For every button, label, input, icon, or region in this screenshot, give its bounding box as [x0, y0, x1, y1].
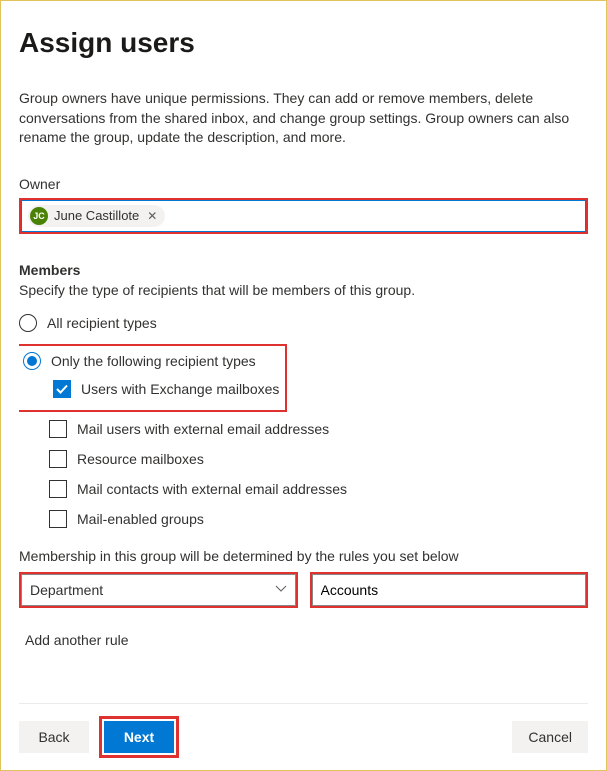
rule-row: Department [19, 572, 588, 608]
owner-label: Owner [19, 176, 588, 192]
page-description: Group owners have unique permissions. Th… [19, 89, 588, 148]
owner-highlight: JC June Castillote ✕ [19, 198, 588, 234]
avatar: JC [30, 207, 48, 225]
checkbox-label: Mail users with external email addresses [77, 421, 329, 437]
checkbox-resource[interactable]: Resource mailboxes [49, 450, 588, 468]
rule-attribute-select[interactable]: Department [21, 574, 296, 606]
rule-value-highlight [310, 572, 589, 608]
checkbox-label: Mail-enabled groups [77, 511, 204, 527]
cancel-button[interactable]: Cancel [512, 721, 588, 753]
next-highlight: Next [99, 716, 179, 758]
back-button[interactable]: Back [19, 721, 89, 753]
members-heading: Members [19, 262, 588, 278]
radio-only-types[interactable]: Only the following recipient types [23, 352, 279, 370]
checkbox-icon[interactable] [49, 510, 67, 528]
assign-users-panel: Assign users Group owners have unique pe… [0, 0, 607, 771]
radio-label: Only the following recipient types [51, 353, 256, 369]
footer: Back Next Cancel [19, 703, 588, 758]
checkbox-icon[interactable] [49, 450, 67, 468]
checkbox-label: Resource mailboxes [77, 451, 204, 467]
members-description: Specify the type of recipients that will… [19, 282, 588, 298]
page-title: Assign users [19, 27, 588, 59]
radio-all-types[interactable]: All recipient types [19, 314, 588, 332]
rule-intro: Membership in this group will be determi… [19, 548, 588, 564]
checkbox-mailusers[interactable]: Mail users with external email addresses [49, 420, 588, 438]
owner-chip-name: June Castillote [54, 208, 139, 223]
checkbox-label: Users with Exchange mailboxes [81, 381, 279, 397]
checkbox-icon[interactable] [49, 420, 67, 438]
checkbox-label: Mail contacts with external email addres… [77, 481, 347, 497]
radio-icon[interactable] [23, 352, 41, 370]
selected-type-highlight: Only the following recipient types Users… [19, 344, 287, 412]
checkbox-mailgroups[interactable]: Mail-enabled groups [49, 510, 588, 528]
owner-input[interactable]: JC June Castillote ✕ [21, 200, 586, 232]
add-another-rule[interactable]: Add another rule [25, 632, 129, 648]
next-button[interactable]: Next [104, 721, 174, 753]
rule-attribute-value: Department [30, 582, 103, 598]
rule-attribute-highlight: Department [19, 572, 298, 608]
remove-owner-icon[interactable]: ✕ [145, 209, 159, 223]
rule-value-input[interactable] [312, 574, 587, 606]
checkbox-icon[interactable] [53, 380, 71, 398]
checkbox-contacts[interactable]: Mail contacts with external email addres… [49, 480, 588, 498]
chevron-down-icon [275, 582, 287, 598]
radio-label: All recipient types [47, 315, 157, 331]
checkbox-exchange[interactable]: Users with Exchange mailboxes [53, 380, 279, 398]
owner-chip[interactable]: JC June Castillote ✕ [28, 205, 165, 227]
checkbox-icon[interactable] [49, 480, 67, 498]
radio-icon[interactable] [19, 314, 37, 332]
